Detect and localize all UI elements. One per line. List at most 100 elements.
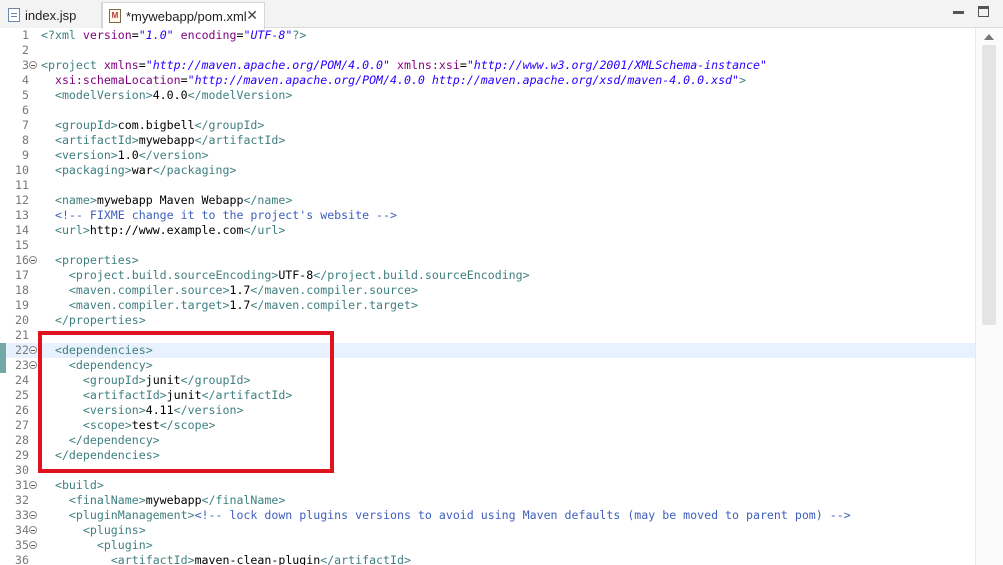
- fold-toggle-icon[interactable]: [29, 481, 37, 489]
- fold-toggle-icon[interactable]: [29, 256, 37, 264]
- tab-label: *mywebapp/pom.xml: [126, 8, 247, 24]
- line-number: 31: [15, 478, 29, 492]
- code-text: <build>: [41, 478, 104, 493]
- line-number: 14: [15, 223, 29, 237]
- code-line[interactable]: 36 <artifactId>maven-clean-plugin</artif…: [0, 553, 975, 565]
- code-line[interactable]: 33 <pluginManagement><!-- lock down plug…: [0, 508, 975, 523]
- tab-pom-xml[interactable]: M *mywebapp/pom.xml ✕: [102, 2, 265, 29]
- code-line[interactable]: 11: [0, 178, 975, 193]
- line-number: 17: [15, 268, 29, 282]
- code-token: http://www.example.com: [89, 223, 244, 237]
- code-line[interactable]: 14 <url>http://www.example.com</url>: [0, 223, 975, 238]
- jsp-file-icon: [8, 8, 20, 22]
- code-text: <plugins>: [41, 523, 146, 538]
- tab-index-jsp[interactable]: index.jsp: [0, 2, 102, 28]
- maximize-icon[interactable]: [978, 6, 989, 17]
- fold-toggle-icon[interactable]: [29, 526, 37, 534]
- code-line[interactable]: 17 <project.build.sourceEncoding>UTF-8</…: [0, 268, 975, 283]
- code-token: "1.0": [138, 28, 174, 42]
- code-token: <version>: [54, 148, 118, 162]
- code-token: xsi:schemaLocation: [54, 73, 181, 87]
- code-text: <properties>: [41, 253, 139, 268]
- code-line[interactable]: 32 <finalName>mywebapp</finalName>: [0, 493, 975, 508]
- minimize-icon[interactable]: [953, 6, 964, 17]
- line-number: 30: [15, 463, 29, 477]
- editor-tab-bar: index.jsp M *mywebapp/pom.xml ✕: [0, 0, 1003, 29]
- code-line[interactable]: 18 <maven.compiler.source>1.7</maven.com…: [0, 283, 975, 298]
- code-line[interactable]: 3 <project xmlns="http://maven.apache.org…: [0, 58, 975, 73]
- dependencies-highlight-box: [38, 331, 334, 473]
- line-number: 32: [15, 493, 29, 507]
- code-token: mywebapp Maven Webapp: [96, 193, 244, 207]
- fold-toggle-icon[interactable]: [29, 511, 37, 519]
- code-line[interactable]: 20 </properties>: [0, 313, 975, 328]
- code-line[interactable]: 2: [0, 43, 975, 58]
- code-line[interactable]: 34 <plugins>: [0, 523, 975, 538]
- line-number: 26: [15, 403, 29, 417]
- code-token: <packaging>: [54, 163, 132, 177]
- line-number: 10: [15, 163, 29, 177]
- code-token: </artifactId>: [194, 133, 286, 147]
- vertical-scrollbar[interactable]: [975, 28, 1003, 565]
- code-token: <pluginManagement>: [68, 508, 195, 522]
- code-text: <url>http://www.example.com</url>: [41, 223, 285, 238]
- code-line[interactable]: 15: [0, 238, 975, 253]
- line-number: 3: [22, 58, 29, 72]
- code-line[interactable]: 31 <build>: [0, 478, 975, 493]
- maven-xml-file-icon: M: [109, 9, 121, 23]
- code-token: war: [131, 163, 153, 177]
- line-number: 7: [22, 118, 29, 132]
- code-token: xmlns: [103, 58, 139, 72]
- code-text: <!-- FIXME change it to the project's we…: [41, 208, 397, 223]
- code-line[interactable]: 8 <artifactId>mywebapp</artifactId>: [0, 133, 975, 148]
- line-number: 4: [22, 73, 29, 87]
- code-token: "http://maven.apache.org/POM/4.0.0": [145, 58, 391, 72]
- code-line[interactable]: 16 <properties>: [0, 253, 975, 268]
- code-text: <finalName>mywebapp</finalName>: [41, 493, 285, 508]
- code-line[interactable]: 35 <plugin>: [0, 538, 975, 553]
- code-text: <version>1.0</version>: [41, 148, 209, 163]
- code-text: <groupId>com.bigbell</groupId>: [41, 118, 264, 133]
- code-line[interactable]: 5 <modelVersion>4.0.0</modelVersion>: [0, 88, 975, 103]
- code-line[interactable]: 7 <groupId>com.bigbell</groupId>: [0, 118, 975, 133]
- line-number: 15: [15, 238, 29, 252]
- line-number: 18: [15, 283, 29, 297]
- code-token: </maven.compiler.target>: [250, 298, 418, 312]
- code-token: <!-- FIXME change it to the project's we…: [54, 208, 397, 222]
- code-line[interactable]: 10 <packaging>war</packaging>: [0, 163, 975, 178]
- code-line[interactable]: 1 <?xml version="1.0" encoding="UTF-8"?>: [0, 28, 975, 43]
- scroll-up-arrow-icon[interactable]: [984, 34, 994, 40]
- line-number: 19: [15, 298, 29, 312]
- code-text: <modelVersion>4.0.0</modelVersion>: [41, 88, 292, 103]
- code-token: <build>: [54, 478, 104, 492]
- code-token: <plugin>: [96, 538, 153, 552]
- line-number: 33: [15, 508, 29, 522]
- code-line[interactable]: 4 xsi:schemaLocation="http://maven.apach…: [0, 73, 975, 88]
- code-line[interactable]: 9 <version>1.0</version>: [0, 148, 975, 163]
- close-icon[interactable]: ✕: [246, 7, 258, 24]
- scrollbar-thumb[interactable]: [982, 45, 996, 325]
- line-number: 36: [15, 553, 29, 565]
- code-editor[interactable]: 1 <?xml version="1.0" encoding="UTF-8"?> 2…: [0, 28, 975, 565]
- fold-toggle-icon[interactable]: [29, 346, 37, 354]
- code-token: </modelVersion>: [187, 88, 293, 102]
- fold-toggle-icon[interactable]: [29, 361, 37, 369]
- code-line[interactable]: 12 <name>mywebapp Maven Webapp</name>: [0, 193, 975, 208]
- code-token: <?xml: [41, 28, 83, 42]
- fold-toggle-icon[interactable]: [29, 61, 37, 69]
- code-line[interactable]: 19 <maven.compiler.target>1.7</maven.com…: [0, 298, 975, 313]
- line-number: 6: [22, 103, 29, 117]
- code-line[interactable]: 6: [0, 103, 975, 118]
- tab-label: index.jsp: [25, 7, 77, 23]
- code-token: <maven.compiler.target>: [68, 298, 230, 312]
- code-line[interactable]: 13 <!-- FIXME change it to the project's…: [0, 208, 975, 223]
- fold-toggle-icon[interactable]: [29, 541, 37, 549]
- code-text: <project.build.sourceEncoding>UTF-8</pro…: [41, 268, 530, 283]
